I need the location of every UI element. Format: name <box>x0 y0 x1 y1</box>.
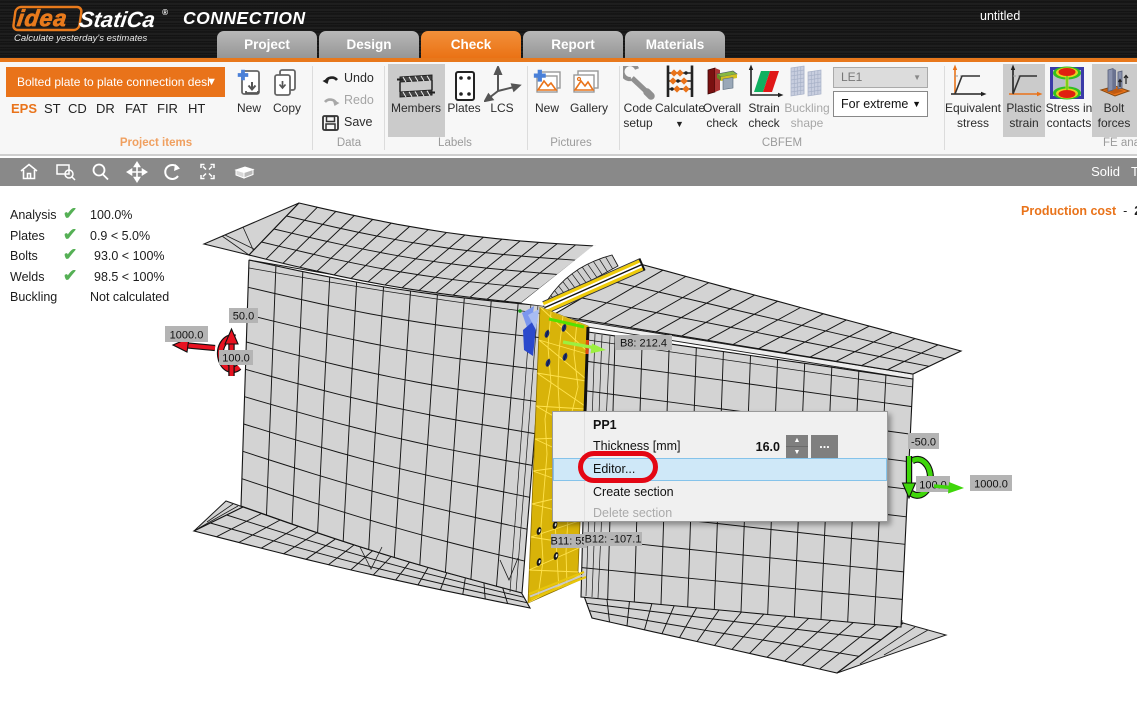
svg-text:Calculate yesterday's estimate: Calculate yesterday's estimates <box>14 33 148 44</box>
svg-text:-50.0: -50.0 <box>911 437 936 449</box>
svg-text:50.0: 50.0 <box>233 311 254 323</box>
svg-text:1000.0: 1000.0 <box>170 330 204 342</box>
svg-text:idea: idea <box>16 5 70 31</box>
svg-text:B8: 212.4: B8: 212.4 <box>620 338 667 350</box>
svg-text:100.0: 100.0 <box>222 353 250 365</box>
svg-text:®: ® <box>162 8 168 17</box>
svg-text:StatiCa: StatiCa <box>78 7 157 32</box>
svg-text:CONNECTION: CONNECTION <box>183 8 306 28</box>
svg-text:1000.0: 1000.0 <box>974 479 1008 491</box>
svg-text:B11: 55: B11: 55 <box>550 536 587 548</box>
svg-text:B12: -107.1: B12: -107.1 <box>585 534 642 546</box>
